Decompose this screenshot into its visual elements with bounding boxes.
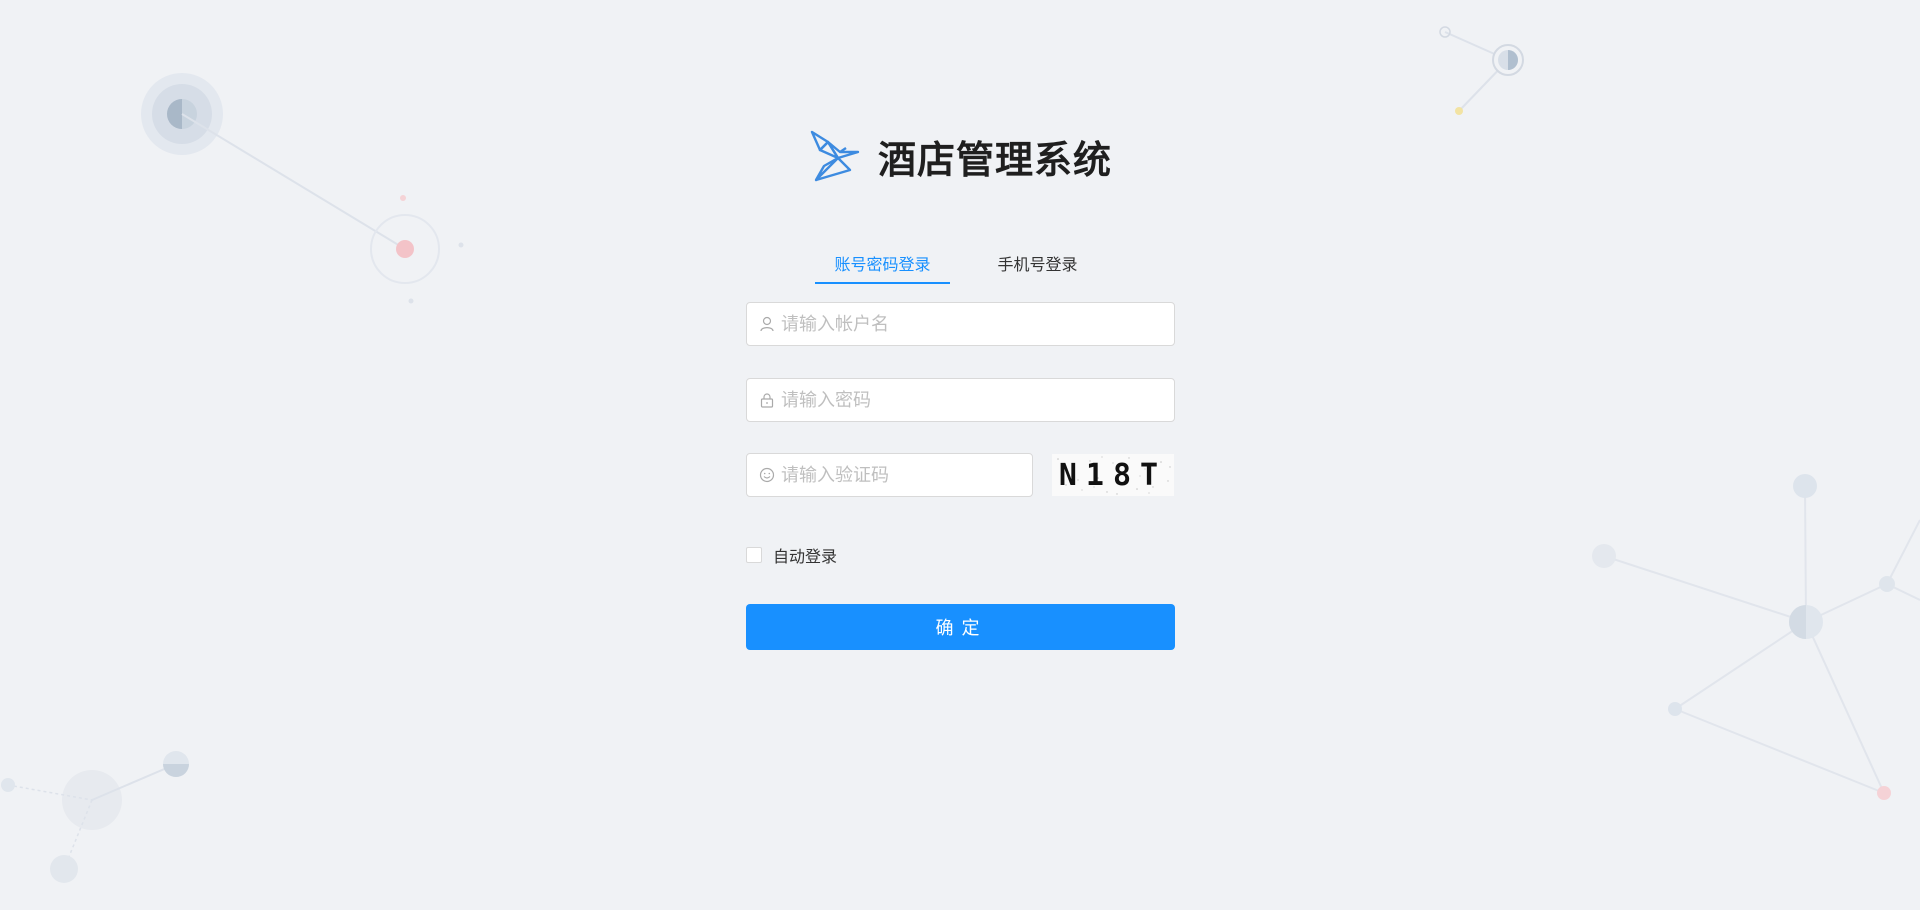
captcha-text: N18T: [1058, 457, 1168, 493]
password-field: [746, 378, 1175, 422]
captcha-input[interactable]: [781, 455, 1032, 495]
captcha-field: [746, 453, 1033, 497]
login-tabs: 账号密码登录 手机号登录: [815, 244, 1105, 284]
auto-login-checkbox[interactable]: [746, 547, 762, 563]
login-page: 酒店管理系统 账号密码登录 手机号登录 请输入帐户名 请输入验证码 N18T 自…: [0, 0, 1920, 910]
auto-login-label: 自动登录: [773, 547, 838, 566]
tab-phone-login[interactable]: 手机号登录: [970, 244, 1105, 282]
password-input[interactable]: [781, 380, 1174, 420]
app-header: 酒店管理系统: [810, 128, 1112, 184]
paper-bird-icon: [810, 130, 860, 182]
username-input[interactable]: [781, 304, 1174, 344]
auto-login-option[interactable]: 自动登录: [746, 543, 837, 567]
app-title: 酒店管理系统: [878, 137, 1113, 182]
user-icon: [759, 316, 775, 332]
smile-icon: [759, 467, 775, 483]
lock-icon: [759, 392, 775, 408]
tab-account-login[interactable]: 账号密码登录: [815, 244, 950, 284]
username-field: [746, 302, 1175, 346]
captcha-image[interactable]: N18T: [1052, 454, 1174, 496]
submit-button[interactable]: 确定: [746, 604, 1175, 650]
